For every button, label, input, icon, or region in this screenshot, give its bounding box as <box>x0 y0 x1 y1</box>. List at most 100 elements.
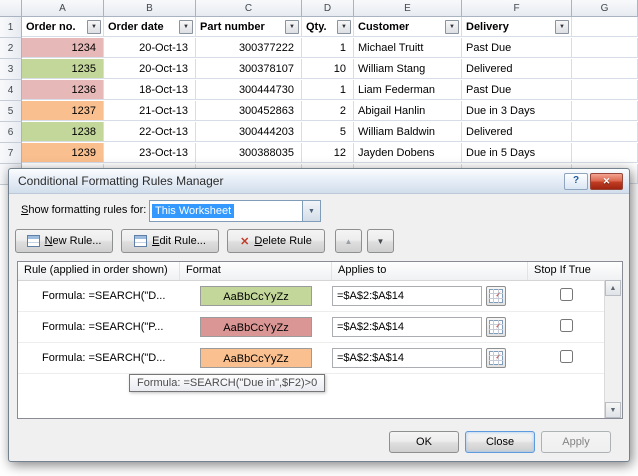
rule-row[interactable]: Formula: =SEARCH("P... AaBbCcYyZz =$A$2:… <box>18 312 622 343</box>
filter-dropdown-icon[interactable]: ▼ <box>87 20 101 34</box>
stop-if-true-checkbox[interactable] <box>560 288 573 301</box>
scroll-up-icon[interactable]: ▲ <box>605 280 621 296</box>
column-header-a[interactable]: A <box>22 0 104 17</box>
cell-part-number[interactable]: 300452863 <box>196 101 302 121</box>
cell-customer[interactable]: Michael Truitt <box>354 38 462 58</box>
cell-part-number[interactable]: 300444730 <box>196 80 302 100</box>
filter-dropdown-icon[interactable]: ▼ <box>555 20 569 34</box>
cell-delivery[interactable]: Past Due <box>462 38 572 58</box>
close-dialog-button[interactable]: Close <box>465 431 535 453</box>
rule-row[interactable]: Formula: =SEARCH("D... AaBbCcYyZz =$A$2:… <box>18 281 622 312</box>
row-header[interactable]: 5 <box>0 101 22 122</box>
scroll-down-icon[interactable]: ▼ <box>605 402 621 418</box>
vertical-scrollbar[interactable]: ▲ ▼ <box>604 280 622 418</box>
range-picker-button[interactable] <box>486 317 506 337</box>
cell-header-customer[interactable]: Customer ▼ <box>354 17 462 37</box>
cell-delivery[interactable]: Delivered <box>462 59 572 79</box>
dropdown-arrow-icon[interactable]: ▼ <box>302 201 320 221</box>
cell-part-number[interactable]: 300444203 <box>196 122 302 142</box>
filter-dropdown-icon[interactable]: ▼ <box>179 20 193 34</box>
applies-to-input[interactable]: =$A$2:$A$14 <box>332 286 482 306</box>
cell-customer[interactable]: William Baldwin <box>354 122 462 142</box>
cell-order-no[interactable]: 1237 <box>22 101 104 121</box>
column-header-f[interactable]: F <box>462 0 572 17</box>
dialog-titlebar[interactable]: Conditional Formatting Rules Manager ? ✕ <box>9 169 629 194</box>
cell-order-date[interactable]: 18-Oct-13 <box>104 80 196 100</box>
cell-customer[interactable]: Abigail Hanlin <box>354 101 462 121</box>
filter-dropdown-icon[interactable]: ▼ <box>445 20 459 34</box>
cell-header-order-no[interactable]: Order no. ▼ <box>22 17 104 37</box>
cell-header-delivery[interactable]: Delivery ▼ <box>462 17 572 37</box>
cell[interactable] <box>572 143 638 163</box>
edit-rule-button[interactable]: Edit Rule... <box>121 229 219 253</box>
help-button[interactable]: ? <box>564 173 588 190</box>
stop-if-true-checkbox[interactable] <box>560 350 573 363</box>
cell-qty[interactable]: 2 <box>302 101 354 121</box>
cell-delivery[interactable]: Due in 5 Days <box>462 143 572 163</box>
cell[interactable] <box>572 80 638 100</box>
applies-to-input[interactable]: =$A$2:$A$14 <box>332 348 482 368</box>
cell-qty[interactable]: 5 <box>302 122 354 142</box>
cell-qty[interactable]: 12 <box>302 143 354 163</box>
row-header[interactable]: 2 <box>0 38 22 59</box>
column-header-g[interactable]: G <box>572 0 638 17</box>
cell-qty[interactable]: 1 <box>302 38 354 58</box>
cell-delivery[interactable]: Due in 3 Days <box>462 101 572 121</box>
cell[interactable] <box>572 101 638 121</box>
column-header-d[interactable]: D <box>302 0 354 17</box>
range-picker-button[interactable] <box>486 348 506 368</box>
cell-customer[interactable]: Jayden Dobens <box>354 143 462 163</box>
delete-rule-button[interactable]: ✕ Delete Rule <box>227 229 325 253</box>
range-picker-button[interactable] <box>486 286 506 306</box>
cell-header-qty[interactable]: Qty. ▼ <box>302 17 354 37</box>
row-header[interactable]: 1 <box>0 17 22 38</box>
scope-dropdown[interactable]: This Worksheet ▼ <box>149 200 321 222</box>
ok-button[interactable]: OK <box>389 431 459 453</box>
cell-part-number[interactable]: 300377222 <box>196 38 302 58</box>
column-header-b[interactable]: B <box>104 0 196 17</box>
apply-button[interactable]: Apply <box>541 431 611 453</box>
filter-dropdown-icon[interactable]: ▼ <box>337 20 351 34</box>
row-header[interactable]: 7 <box>0 143 22 164</box>
cell-order-no[interactable]: 1239 <box>22 143 104 163</box>
cell-order-date[interactable]: 20-Oct-13 <box>104 38 196 58</box>
applies-to-input[interactable]: =$A$2:$A$14 <box>332 317 482 337</box>
cell-delivery[interactable]: Past Due <box>462 80 572 100</box>
cell-order-date[interactable]: 22-Oct-13 <box>104 122 196 142</box>
cell-customer[interactable]: William Stang <box>354 59 462 79</box>
column-header-c[interactable]: C <box>196 0 302 17</box>
rule-row[interactable]: Formula: =SEARCH("D... AaBbCcYyZz =$A$2:… <box>18 343 622 374</box>
cell-order-no[interactable]: 1238 <box>22 122 104 142</box>
move-up-button[interactable]: ▲ <box>335 229 362 253</box>
column-header-e[interactable]: E <box>354 0 462 17</box>
row-header[interactable]: 6 <box>0 122 22 143</box>
cell[interactable] <box>572 38 638 58</box>
new-rule-button[interactable]: New Rule... <box>15 229 113 253</box>
cell-order-no[interactable]: 1235 <box>22 59 104 79</box>
cell-header-part-number[interactable]: Part number ▼ <box>196 17 302 37</box>
select-all-corner[interactable] <box>0 0 22 17</box>
cell-part-number[interactable]: 300388035 <box>196 143 302 163</box>
cell-customer[interactable]: Liam Federman <box>354 80 462 100</box>
stop-if-true-checkbox[interactable] <box>560 319 573 332</box>
cell-qty[interactable]: 10 <box>302 59 354 79</box>
cell-order-no[interactable]: 1234 <box>22 38 104 58</box>
cell-order-date[interactable]: 20-Oct-13 <box>104 59 196 79</box>
close-button[interactable]: ✕ <box>590 173 623 190</box>
row-header[interactable]: 3 <box>0 59 22 80</box>
cell-delivery[interactable]: Delivered <box>462 122 572 142</box>
scope-selected-value: This Worksheet <box>152 204 234 218</box>
cell-order-date[interactable]: 23-Oct-13 <box>104 143 196 163</box>
cell-order-date[interactable]: 21-Oct-13 <box>104 101 196 121</box>
cell[interactable] <box>572 17 638 37</box>
cell-order-no[interactable]: 1236 <box>22 80 104 100</box>
move-down-button[interactable]: ▼ <box>367 229 394 253</box>
row-header[interactable]: 4 <box>0 80 22 101</box>
cell-part-number[interactable]: 300378107 <box>196 59 302 79</box>
cell-qty[interactable]: 1 <box>302 80 354 100</box>
cell-header-order-date[interactable]: Order date ▼ <box>104 17 196 37</box>
spreadsheet: A B C D E F G 1 Order no. ▼ Order date ▼… <box>0 0 638 185</box>
filter-dropdown-icon[interactable]: ▼ <box>285 20 299 34</box>
cell[interactable] <box>572 122 638 142</box>
cell[interactable] <box>572 59 638 79</box>
